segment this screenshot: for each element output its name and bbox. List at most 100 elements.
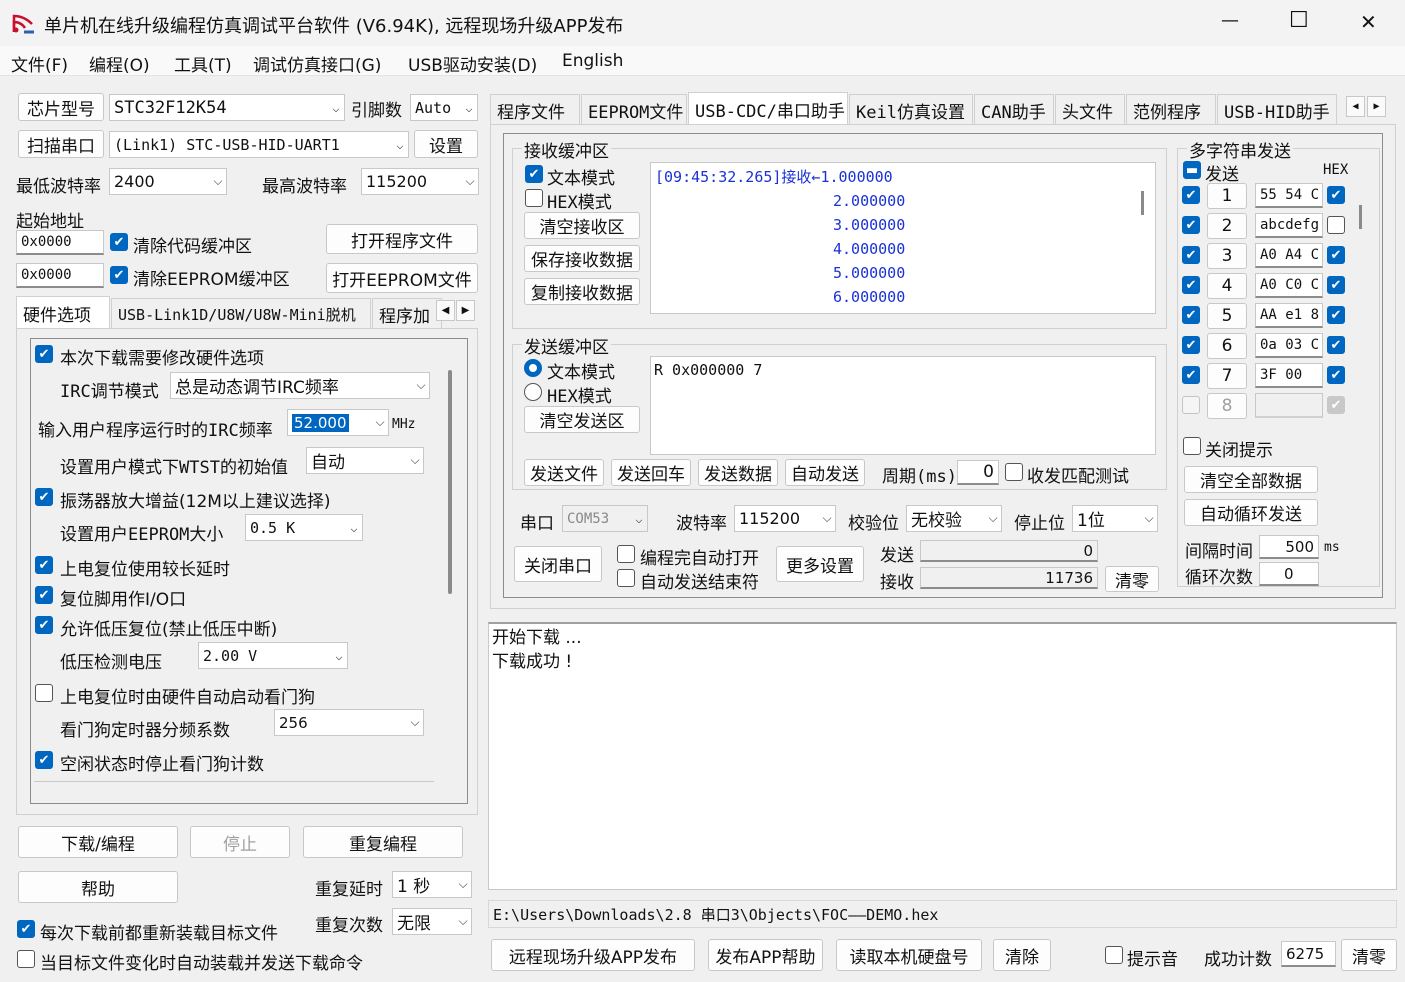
menu-tools[interactable]: 工具(T) xyxy=(174,51,232,76)
tip-sound-checkbox[interactable] xyxy=(1105,946,1123,964)
row-hex-checkbox[interactable]: ✔ xyxy=(1327,396,1345,414)
open-eeprom-button[interactable]: 打开EEPROM文件 xyxy=(326,263,478,293)
clear-receive-button[interactable]: 清空接收区 xyxy=(524,212,640,239)
close-port-button[interactable]: 关闭串口 xyxy=(514,546,602,582)
send-cr-button[interactable]: 发送回车 xyxy=(611,459,691,486)
pins-select[interactable]: Auto ⌵ xyxy=(410,94,478,121)
send-text-mode-radio[interactable] xyxy=(524,359,542,377)
row-string-field[interactable]: AA e1 8 xyxy=(1255,303,1323,328)
auto-open-checkbox[interactable] xyxy=(617,545,635,563)
row-send-button[interactable]: 2 xyxy=(1207,213,1247,239)
row-send-button[interactable]: 7 xyxy=(1207,363,1247,389)
multi-send-scrollbar[interactable] xyxy=(1359,205,1362,229)
serial-port-select[interactable]: COM53 ⌵ xyxy=(562,505,648,532)
chip-type-select[interactable]: STC32F12K54 ⌵ xyxy=(109,94,345,121)
osc-gain-checkbox[interactable]: ✔ xyxy=(35,488,53,506)
idle-wdt-checkbox[interactable]: ✔ xyxy=(35,751,53,769)
eeprom-addr-field[interactable]: 0x0000 xyxy=(16,263,104,288)
code-addr-field[interactable]: 0x0000 xyxy=(16,230,104,255)
interval-field[interactable]: 500 xyxy=(1259,535,1319,559)
row-hex-checkbox[interactable]: ✔ xyxy=(1327,366,1345,384)
match-test-checkbox[interactable] xyxy=(1005,463,1023,481)
reload-each-checkbox[interactable]: ✔ xyxy=(17,920,35,938)
menu-debug[interactable]: 调试仿真接口(G) xyxy=(253,51,381,76)
menu-usb-driver[interactable]: USB驱动安装(D) xyxy=(408,51,537,76)
wdt-div-select[interactable]: 256 ⌵ xyxy=(274,709,424,736)
close-tip-checkbox[interactable] xyxy=(1183,437,1201,455)
clear-all-data-button[interactable]: 清空全部数据 xyxy=(1184,466,1318,493)
row-send-button[interactable]: 4 xyxy=(1207,273,1247,299)
port-settings-button[interactable]: 设置 xyxy=(414,130,478,158)
lvr-checkbox[interactable]: ✔ xyxy=(35,616,53,634)
save-receive-button[interactable]: 保存接收数据 xyxy=(524,245,640,272)
tab-hardware[interactable]: 硬件选项 xyxy=(16,296,110,330)
row-string-field[interactable]: 0a 03 C xyxy=(1255,333,1323,358)
wtst-select[interactable]: 自动 ⌵ xyxy=(306,447,424,474)
app-help-button[interactable]: 发布APP帮助 xyxy=(708,939,823,971)
zero-counts-button[interactable]: 清零 xyxy=(1105,566,1159,592)
more-settings-button[interactable]: 更多设置 xyxy=(776,546,864,582)
maximize-button[interactable]: ☐ xyxy=(1289,8,1309,33)
row-send-button[interactable]: 6 xyxy=(1207,333,1247,359)
download-button[interactable]: 下载/编程 xyxy=(18,826,178,858)
row-string-field[interactable]: abcdefg xyxy=(1255,213,1323,238)
parity-select[interactable]: 无校验 ⌵ xyxy=(906,505,1002,532)
auto-reload-checkbox[interactable] xyxy=(17,950,35,968)
modify-options-checkbox[interactable]: ✔ xyxy=(35,345,53,363)
wdt-auto-checkbox[interactable] xyxy=(35,684,53,702)
tab-usb-hid[interactable]: USB-HID助手 xyxy=(1217,94,1337,126)
row-send-checkbox[interactable]: ✔ xyxy=(1182,246,1200,264)
clear-send-button[interactable]: 清空发送区 xyxy=(524,406,640,433)
row-send-checkbox[interactable]: ✔ xyxy=(1182,366,1200,384)
send-text-area[interactable]: R 0x000000 7 xyxy=(650,356,1156,455)
tab-usb-link[interactable]: USB-Link1D/U8W/U8W-Mini脱机 xyxy=(111,298,371,330)
irc-mode-select[interactable]: 总是动态调节IRC频率 ⌵ xyxy=(170,372,430,399)
row-hex-checkbox[interactable] xyxy=(1327,216,1345,234)
reset-io-checkbox[interactable]: ✔ xyxy=(35,586,53,604)
repeat-count-select[interactable]: 无限 ⌵ xyxy=(392,908,472,935)
row-hex-checkbox[interactable]: ✔ xyxy=(1327,246,1345,264)
loop-count-field[interactable]: 0 xyxy=(1259,562,1319,586)
auto-loop-send-button[interactable]: 自动循环发送 xyxy=(1184,499,1318,526)
repeat-program-button[interactable]: 重复编程 xyxy=(303,826,463,858)
long-delay-checkbox[interactable]: ✔ xyxy=(35,556,53,574)
menu-file[interactable]: 文件(F) xyxy=(11,51,68,76)
open-program-button[interactable]: 打开程序文件 xyxy=(326,224,478,254)
send-file-button[interactable]: 发送文件 xyxy=(524,459,604,486)
row-string-field[interactable] xyxy=(1255,393,1323,418)
min-baud-select[interactable]: 2400 ⌵ xyxy=(109,168,227,195)
right-tab-left-icon[interactable]: ◀ xyxy=(1346,96,1365,117)
stop-button[interactable]: 停止 xyxy=(190,826,290,858)
tab-eeprom-file[interactable]: EEPROM文件 xyxy=(581,94,687,126)
receive-text-area[interactable]: [09:45:32.265]接收←1.000000 2.000000 3.000… xyxy=(650,162,1156,314)
minimize-button[interactable]: — xyxy=(1221,10,1239,31)
row-hex-checkbox[interactable]: ✔ xyxy=(1327,186,1345,204)
receive-scrollbar[interactable] xyxy=(1141,191,1144,215)
row-send-button[interactable]: 1 xyxy=(1207,183,1247,209)
remote-upgrade-button[interactable]: 远程现场升级APP发布 xyxy=(491,939,695,971)
read-disk-id-button[interactable]: 读取本机硬盘号 xyxy=(836,939,982,971)
clear-eeprom-checkbox[interactable]: ✔ xyxy=(110,266,128,284)
tab-usb-cdc[interactable]: USB-CDC/串口助手 xyxy=(688,92,848,126)
row-send-checkbox[interactable]: ✔ xyxy=(1182,216,1200,234)
tab-examples[interactable]: 范例程序 xyxy=(1126,94,1216,126)
menu-english[interactable]: English xyxy=(562,51,623,71)
tab-scroll-right-icon[interactable]: ▶ xyxy=(456,300,475,321)
row-send-checkbox[interactable]: ✔ xyxy=(1182,306,1200,324)
tab-program-encrypt[interactable]: 程序加 xyxy=(372,298,442,330)
select-all-send-checkbox[interactable]: ▬ xyxy=(1183,161,1201,179)
send-hex-mode-radio[interactable] xyxy=(524,383,542,401)
tab-scroll-left-icon[interactable]: ◀ xyxy=(436,300,455,321)
tab-header-file[interactable]: 头文件 xyxy=(1055,94,1125,126)
port-select[interactable]: (Link1) STC-USB-HID-UART1 ⌵ xyxy=(109,131,409,158)
row-send-checkbox[interactable]: ✔ xyxy=(1182,186,1200,204)
period-field[interactable]: 0 xyxy=(957,460,999,485)
row-hex-checkbox[interactable]: ✔ xyxy=(1327,276,1345,294)
right-tab-right-icon[interactable]: ▶ xyxy=(1367,96,1386,117)
row-string-field[interactable]: A0 C0 C xyxy=(1255,273,1323,298)
copy-receive-button[interactable]: 复制接收数据 xyxy=(524,278,640,305)
auto-end-checkbox[interactable] xyxy=(617,569,635,587)
row-send-button[interactable]: 8 xyxy=(1207,393,1247,419)
row-string-field[interactable]: 3F 00 xyxy=(1255,363,1323,388)
tab-program-file[interactable]: 程序文件 xyxy=(490,94,580,126)
